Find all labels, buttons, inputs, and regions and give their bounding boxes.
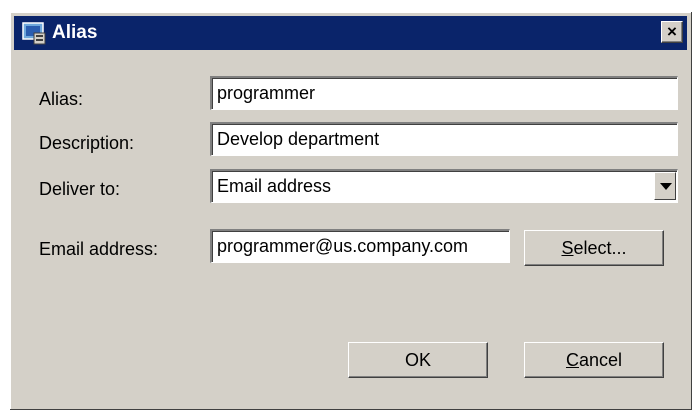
cancel-accelerator: C <box>565 350 579 370</box>
email-address-label: Email address: <box>39 239 159 259</box>
ok-button-label: OK <box>404 350 431 370</box>
alias-input[interactable]: programmer <box>210 76 678 110</box>
select-accelerator: S <box>561 238 574 258</box>
deliver-to-select[interactable]: Email address <box>210 169 678 203</box>
alias-window-icon <box>22 22 46 45</box>
chevron-down-icon[interactable] <box>654 172 676 200</box>
alias-dialog: Alias × Alias: programmer Description: D… <box>10 12 692 410</box>
cancel-button[interactable]: Cancel <box>524 342 664 378</box>
ok-button[interactable]: OK <box>348 342 488 378</box>
close-icon: × <box>667 22 677 41</box>
select-button[interactable]: Select... <box>524 230 664 266</box>
cancel-button-label: ancel <box>578 350 623 370</box>
close-button[interactable]: × <box>661 21 683 43</box>
title-bar[interactable]: Alias × <box>14 16 687 50</box>
email-address-input[interactable]: programmer@us.company.com <box>210 229 510 263</box>
description-input[interactable]: Develop department <box>210 122 678 156</box>
deliver-to-label: Deliver to: <box>39 179 121 199</box>
alias-label: Alias: <box>39 89 84 109</box>
window-title: Alias <box>52 22 98 43</box>
deliver-to-value: Email address <box>217 176 332 196</box>
select-button-label: elect... <box>573 238 627 258</box>
description-label: Description: <box>39 133 135 153</box>
